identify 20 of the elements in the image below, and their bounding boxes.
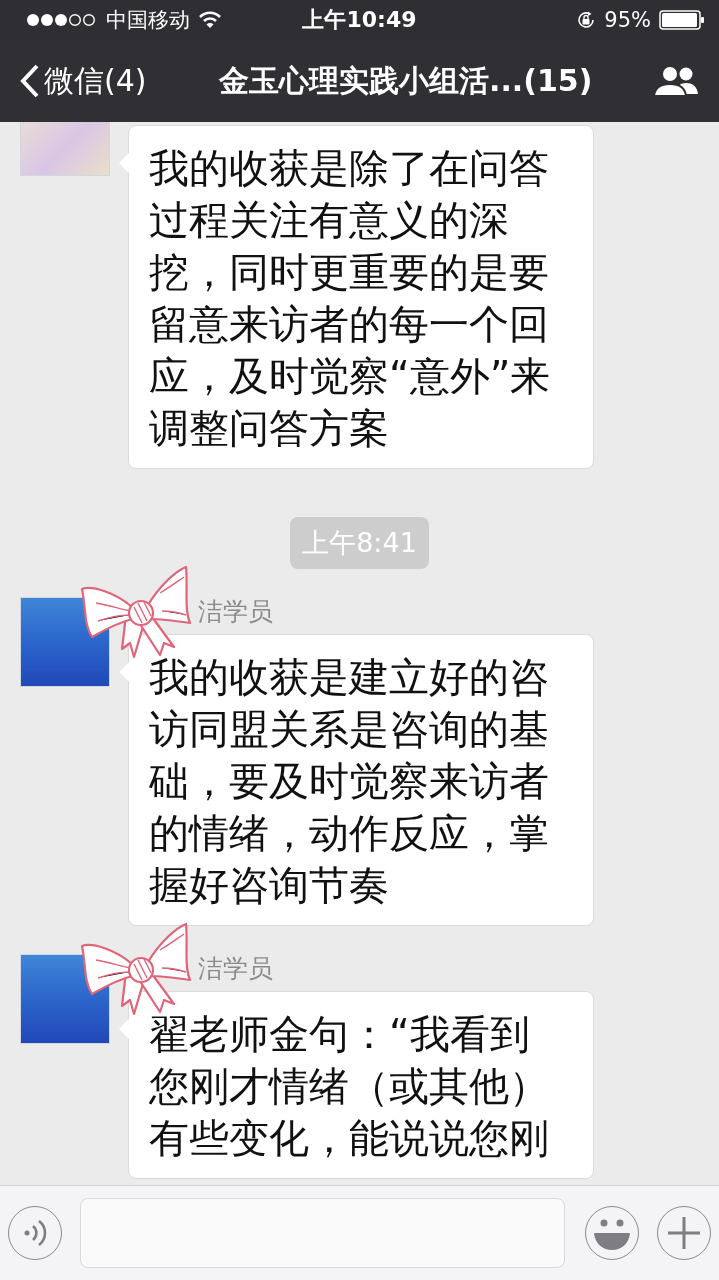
message-input-field[interactable] xyxy=(80,1198,565,1268)
chat-title: 金玉心理实践小组活...(15) xyxy=(218,61,594,100)
sender-name: 洁学员 xyxy=(197,597,274,628)
signal-icon xyxy=(26,13,98,27)
carrier-name: 中国移动 xyxy=(106,7,190,34)
battery-icon xyxy=(659,10,705,30)
message-bubble: 翟老师金句：“我看到 您刚才情绪（或其他） 有些变化，能说说您刚 xyxy=(128,991,594,1179)
plus-icon xyxy=(667,1216,701,1250)
sender-name: 洁学员 xyxy=(197,954,274,985)
voice-icon xyxy=(23,1218,47,1248)
group-members-button[interactable] xyxy=(653,64,699,98)
back-button[interactable]: 微信(4) xyxy=(20,60,147,102)
people-icon xyxy=(653,64,699,98)
message-bubble: 我的收获是除了在问答 过程关注有意义的深 挖，同时更重要的是要 留意来访者的每一个回 应，及时觉察“意外”来 调整问答方案 xyxy=(128,125,594,469)
message-bubble: 我的收获是建立好的咨 访同盟关系是咨询的基 础，要及时觉察来访者 的情绪，动作反应，掌 握好咨询节奏 xyxy=(128,634,594,926)
wifi-icon xyxy=(198,11,222,29)
rotation-lock-icon xyxy=(576,10,597,30)
back-chevron-icon xyxy=(20,64,40,98)
battery-percent: 95% xyxy=(604,8,651,32)
status-time: 上午10:49 xyxy=(302,6,417,34)
